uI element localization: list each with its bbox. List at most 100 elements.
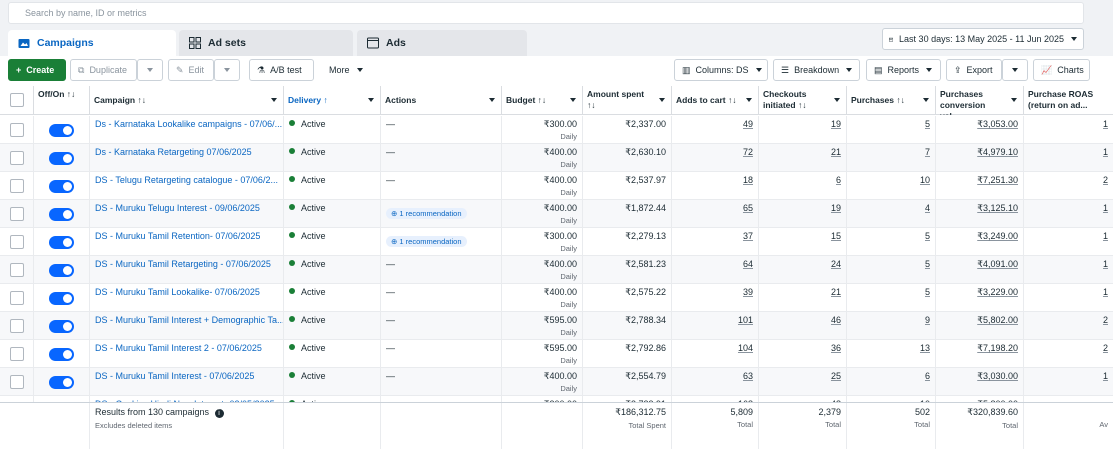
edit-menu-button[interactable] bbox=[214, 59, 240, 81]
ab-test-button[interactable]: ⚗ A/B test bbox=[249, 59, 314, 81]
budget-cell[interactable]: ₹400.00 Daily bbox=[502, 200, 583, 228]
campaign-toggle[interactable] bbox=[49, 124, 74, 137]
purchases-value[interactable]: 10 bbox=[920, 175, 930, 185]
roas-value[interactable]: 1 bbox=[1103, 119, 1108, 129]
campaign-toggle[interactable] bbox=[49, 236, 74, 249]
campaign-link[interactable]: Ds - Karnataka Retargeting 07/06/2025 bbox=[95, 147, 252, 157]
roas-value[interactable]: 1 bbox=[1103, 231, 1108, 241]
purchases-value[interactable]: 13 bbox=[920, 343, 930, 353]
budget-cell[interactable]: ₹595.00 Daily bbox=[502, 312, 583, 340]
row-checkbox[interactable] bbox=[10, 291, 24, 305]
budget-cell[interactable]: ₹300.00 Daily bbox=[502, 228, 583, 256]
reports-button[interactable]: ▤ Reports bbox=[866, 59, 941, 81]
tab-campaigns[interactable]: Campaigns bbox=[8, 30, 176, 56]
campaign-toggle[interactable] bbox=[49, 180, 74, 193]
roas-value[interactable]: 2 bbox=[1103, 175, 1108, 185]
checkouts-value[interactable]: 19 bbox=[831, 203, 841, 213]
campaign-link[interactable]: DS - Muruku Tamil Retention- 07/06/2025 bbox=[95, 231, 260, 241]
budget-cell[interactable]: ₹400.00 Daily bbox=[502, 256, 583, 284]
conversion-value[interactable]: ₹3,030.00 bbox=[977, 371, 1018, 381]
campaign-link[interactable]: DS - Telugu Retargeting catalogue - 07/0… bbox=[95, 175, 278, 185]
tab-ads[interactable]: Ads bbox=[357, 30, 527, 56]
table-row[interactable]: DS - Muruku Tamil Interest 2 - 07/06/202… bbox=[0, 340, 1113, 368]
conversion-value[interactable]: ₹3,125.10 bbox=[977, 203, 1018, 213]
conversion-value[interactable]: ₹3,053.00 bbox=[977, 119, 1018, 129]
campaign-toggle[interactable] bbox=[49, 208, 74, 221]
header-select-all[interactable] bbox=[0, 86, 34, 115]
table-row[interactable]: Ds - Karnataka Lookalike campaigns - 07/… bbox=[0, 116, 1113, 144]
table-row[interactable]: DS - Muruku Tamil Interest - 07/06/2025 A… bbox=[0, 368, 1113, 396]
row-checkbox[interactable] bbox=[10, 179, 24, 193]
roas-value[interactable]: 2 bbox=[1103, 315, 1108, 325]
table-row[interactable]: DS - Muruku Tamil Retargeting - 07/06/20… bbox=[0, 256, 1113, 284]
header-budget[interactable]: Budget ↑↓ bbox=[502, 86, 583, 115]
campaign-link[interactable]: DS - Muruku Tamil Interest 2 - 07/06/202… bbox=[95, 343, 262, 353]
checkouts-value[interactable]: 21 bbox=[831, 287, 841, 297]
header-delivery[interactable]: Delivery ↑ bbox=[284, 86, 381, 115]
conversion-value[interactable]: ₹3,249.00 bbox=[977, 231, 1018, 241]
header-purchases[interactable]: Purchases ↑↓ bbox=[847, 86, 936, 115]
recommendation-badge[interactable]: ⊕ 1 recommendation bbox=[386, 208, 467, 219]
roas-value[interactable]: 1 bbox=[1103, 287, 1108, 297]
row-checkbox[interactable] bbox=[10, 347, 24, 361]
purchases-value[interactable]: 4 bbox=[925, 203, 930, 213]
header-off-on[interactable]: Off/On ↑↓ bbox=[34, 86, 90, 115]
budget-cell[interactable]: ₹400.00 Daily bbox=[502, 368, 583, 396]
purchases-value[interactable]: 6 bbox=[925, 371, 930, 381]
header-campaign[interactable]: Campaign ↑↓ bbox=[90, 86, 284, 115]
purchases-value[interactable]: 5 bbox=[925, 119, 930, 129]
info-icon[interactable]: i bbox=[214, 409, 224, 418]
campaign-toggle[interactable] bbox=[49, 292, 74, 305]
header-actions[interactable]: Actions bbox=[381, 86, 502, 115]
search-input[interactable] bbox=[9, 3, 1083, 23]
campaign-link[interactable]: DS - Muruku Telugu Interest - 09/06/2025 bbox=[95, 203, 260, 213]
conversion-value[interactable]: ₹5,802.00 bbox=[977, 315, 1018, 325]
campaign-link[interactable]: DS - Muruku Tamil Interest + Demographic… bbox=[95, 315, 283, 325]
header-adds-to-cart[interactable]: Adds to cart ↑↓ bbox=[672, 86, 759, 115]
checkouts-value[interactable]: 19 bbox=[831, 119, 841, 129]
row-checkbox[interactable] bbox=[10, 263, 24, 277]
adds-to-cart-value[interactable]: 18 bbox=[743, 175, 753, 185]
row-checkbox[interactable] bbox=[10, 123, 24, 137]
campaign-toggle[interactable] bbox=[49, 264, 74, 277]
campaign-toggle[interactable] bbox=[49, 152, 74, 165]
tab-ad-sets[interactable]: Ad sets bbox=[179, 30, 353, 56]
create-button[interactable]: + Create bbox=[8, 59, 66, 81]
conversion-value[interactable]: ₹3,229.00 bbox=[977, 287, 1018, 297]
adds-to-cart-value[interactable]: 37 bbox=[743, 231, 753, 241]
adds-to-cart-value[interactable]: 49 bbox=[743, 119, 753, 129]
conversion-value[interactable]: ₹7,198.20 bbox=[977, 343, 1018, 353]
table-row[interactable]: DS - Muruku Tamil Retention- 07/06/2025 A… bbox=[0, 228, 1113, 256]
adds-to-cart-value[interactable]: 65 bbox=[743, 203, 753, 213]
conversion-value[interactable]: ₹7,251.30 bbox=[977, 175, 1018, 185]
table-row[interactable]: DS - Telugu Retargeting catalogue - 07/0… bbox=[0, 172, 1113, 200]
purchases-value[interactable]: 5 bbox=[925, 259, 930, 269]
row-checkbox[interactable] bbox=[10, 375, 24, 389]
date-range-picker[interactable]: Last 30 days: 13 May 2025 - 11 Jun 2025 bbox=[882, 28, 1084, 50]
campaign-link[interactable]: DS - Muruku Tamil Interest - 07/06/2025 bbox=[95, 371, 254, 381]
campaign-link[interactable]: DS - Muruku Tamil Lookalike- 07/06/2025 bbox=[95, 287, 260, 297]
table-row[interactable]: DS - Muruku Tamil Interest + Demographic… bbox=[0, 312, 1113, 340]
checkouts-value[interactable]: 6 bbox=[836, 175, 841, 185]
conversion-value[interactable]: ₹4,091.00 bbox=[977, 259, 1018, 269]
purchases-value[interactable]: 5 bbox=[925, 287, 930, 297]
campaign-link[interactable]: DS - Muruku Tamil Retargeting - 07/06/20… bbox=[95, 259, 271, 269]
row-checkbox[interactable] bbox=[10, 235, 24, 249]
campaign-toggle[interactable] bbox=[49, 320, 74, 333]
roas-value[interactable]: 1 bbox=[1103, 147, 1108, 157]
select-all-checkbox[interactable] bbox=[10, 93, 24, 107]
budget-cell[interactable]: ₹400.00 Daily bbox=[502, 144, 583, 172]
charts-button[interactable]: 📈 Charts bbox=[1033, 59, 1090, 81]
budget-cell[interactable]: ₹595.00 Daily bbox=[502, 340, 583, 368]
adds-to-cart-value[interactable]: 104 bbox=[738, 343, 753, 353]
duplicate-button[interactable]: ⧉ Duplicate bbox=[70, 59, 137, 81]
adds-to-cart-value[interactable]: 39 bbox=[743, 287, 753, 297]
budget-cell[interactable]: ₹400.00 Daily bbox=[502, 284, 583, 312]
purchases-value[interactable]: 5 bbox=[925, 231, 930, 241]
campaign-toggle[interactable] bbox=[49, 376, 74, 389]
campaign-toggle[interactable] bbox=[49, 348, 74, 361]
header-amount-spent[interactable]: Amount spent ↑↓ bbox=[583, 86, 672, 115]
export-menu-button[interactable] bbox=[1002, 59, 1028, 81]
purchases-value[interactable]: 9 bbox=[925, 315, 930, 325]
roas-value[interactable]: 1 bbox=[1103, 371, 1108, 381]
